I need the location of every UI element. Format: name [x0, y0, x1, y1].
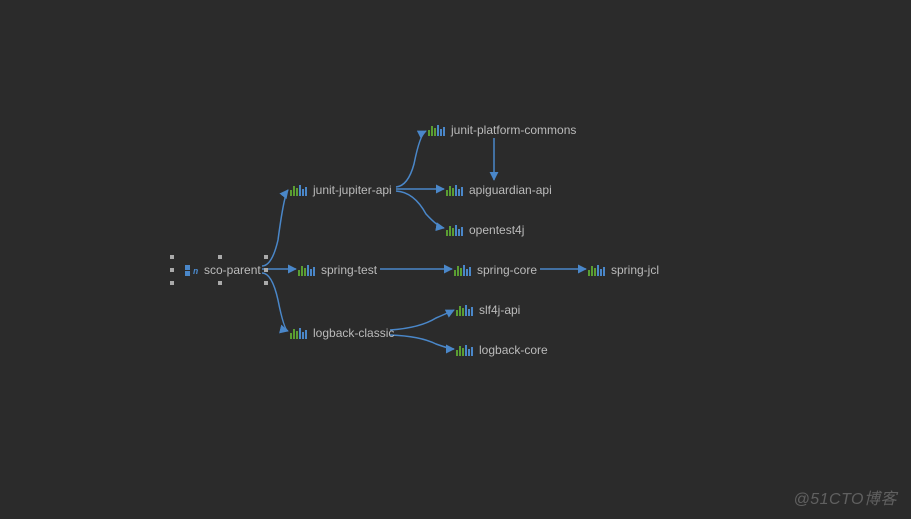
svg-text:m: m: [193, 266, 198, 276]
node-apiguardian-api[interactable]: apiguardian-api: [446, 183, 552, 197]
node-opentest4j[interactable]: opentest4j: [446, 223, 524, 237]
library-icon: [588, 264, 605, 276]
node-logback-classic[interactable]: logback-classic: [290, 326, 394, 340]
node-spring-test[interactable]: spring-test: [298, 263, 377, 277]
node-label: spring-core: [477, 263, 537, 277]
library-icon: [446, 184, 463, 196]
node-label: logback-classic: [313, 326, 394, 340]
node-label: slf4j-api: [479, 303, 520, 317]
library-icon: [290, 327, 307, 339]
node-spring-jcl[interactable]: spring-jcl: [588, 263, 659, 277]
library-icon: [290, 184, 307, 196]
node-junit-jupiter-api[interactable]: junit-jupiter-api: [290, 183, 392, 197]
module-icon: m: [184, 263, 198, 277]
node-label: spring-jcl: [611, 263, 659, 277]
node-label: opentest4j: [469, 223, 524, 237]
library-icon: [298, 264, 315, 276]
node-spring-core[interactable]: spring-core: [454, 263, 537, 277]
watermark: @51CTO博客: [793, 485, 897, 509]
node-label: logback-core: [479, 343, 548, 357]
dependency-edges: [0, 0, 911, 519]
library-icon: [428, 124, 445, 136]
library-icon: [456, 304, 473, 316]
library-icon: [454, 264, 471, 276]
library-icon: [456, 344, 473, 356]
node-junit-platform-commons[interactable]: junit-platform-commons: [428, 123, 576, 137]
library-icon: [446, 224, 463, 236]
node-label: apiguardian-api: [469, 183, 552, 197]
node-label: junit-jupiter-api: [313, 183, 392, 197]
node-logback-core[interactable]: logback-core: [456, 343, 548, 357]
node-label: spring-test: [321, 263, 377, 277]
node-label: sco-parent: [204, 263, 261, 277]
node-sco-parent[interactable]: m sco-parent: [184, 263, 261, 277]
node-slf4j-api[interactable]: slf4j-api: [456, 303, 520, 317]
node-label: junit-platform-commons: [451, 123, 576, 137]
